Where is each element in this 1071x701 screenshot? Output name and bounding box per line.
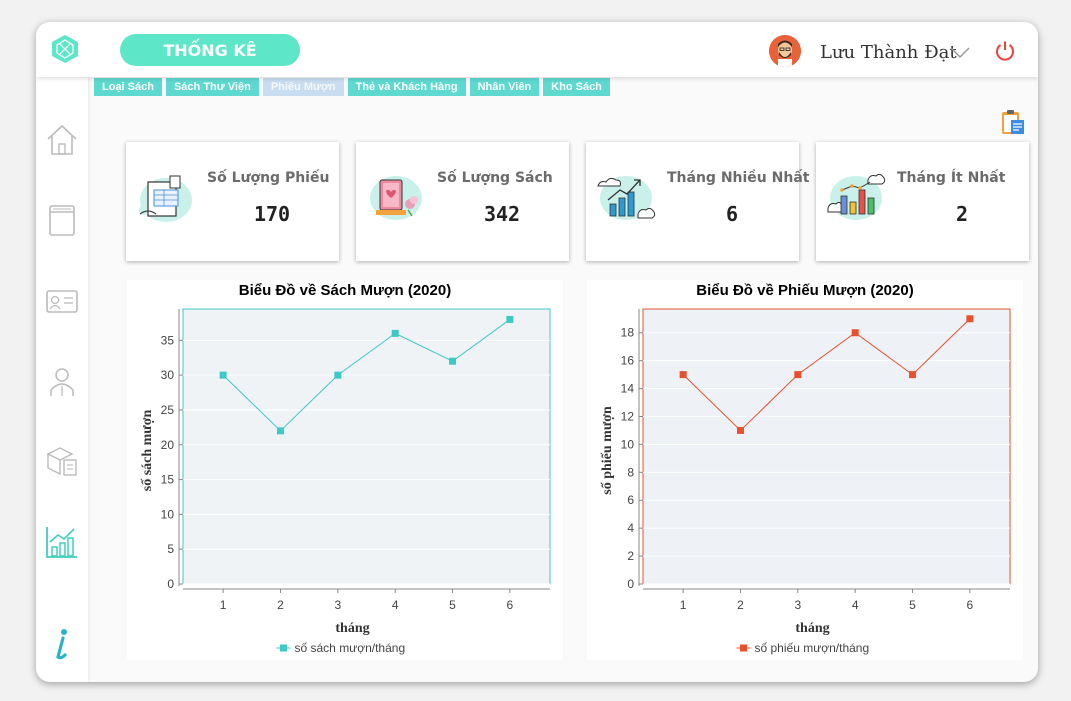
x-tick-label: 5 (909, 598, 916, 612)
y-tick-label: 2 (627, 549, 634, 563)
ticket-icon (139, 175, 192, 222)
card-value: 342 (483, 202, 521, 226)
x-tick-label: 4 (852, 598, 859, 612)
x-tick-label: 1 (680, 598, 687, 612)
tab-kho-sach[interactable]: Kho Sách (543, 78, 610, 96)
x-tick-label: 6 (507, 598, 514, 612)
statistics-icon[interactable] (45, 525, 79, 559)
y-tick-label: 10 (621, 437, 635, 451)
data-point (276, 427, 284, 435)
legend-marker (740, 644, 747, 652)
chart-tickets-borrowed: 0 2 4 6 8 10 12 14 16 18 1 2 3 4 5 6 tháng số phiếu mượn s… (587, 280, 1023, 660)
tab-phieu-muon[interactable]: Phiếu Mượn (262, 78, 344, 96)
rising-chart-icon (597, 176, 656, 220)
data-point (736, 426, 744, 434)
y-tick-label: 15 (161, 473, 175, 487)
card-label: Số Lượng Phiếu (207, 170, 330, 186)
data-point (966, 315, 974, 323)
card-label: Tháng Ít Nhất (897, 170, 1006, 186)
chart-books-borrowed: 0 5 10 15 20 25 30 35 1 2 3 4 5 6 tháng số sách mượn số … (127, 280, 563, 660)
stat-card-book-count: Số Lượng Sách 342 (356, 142, 569, 261)
y-tick-label: 10 (161, 507, 175, 521)
legend-label: số phiếu mượn/tháng (755, 641, 870, 655)
clipboard-icon[interactable] (1000, 108, 1026, 136)
chart-title: Biểu Đồ về Sách Mượn (2020) (238, 282, 452, 299)
x-tick-label: 6 (967, 598, 974, 612)
data-point (909, 371, 917, 379)
y-tick-label: 35 (161, 333, 175, 347)
plot-area (182, 308, 551, 585)
x-tick-label: 4 (392, 598, 399, 612)
data-point (679, 371, 687, 379)
legend-marker (280, 644, 287, 652)
tab-bar: Loại Sách Sách Thư Viện Phiếu Mượn Thẻ v… (94, 78, 610, 96)
data-point (219, 371, 227, 379)
data-point (334, 371, 342, 379)
tab-the-va-khach-hang[interactable]: Thẻ và Khách Hàng (347, 78, 466, 96)
y-tick-label: 18 (621, 326, 635, 340)
card-value: 170 (253, 202, 291, 226)
card-label: Tháng Nhiều Nhất (667, 170, 810, 186)
employee-icon[interactable] (45, 364, 79, 398)
stat-card-max-month: Tháng Nhiều Nhất 6 (586, 142, 809, 261)
x-axis-label: tháng (795, 621, 829, 636)
legend-label: số sách mượn/tháng (295, 641, 406, 655)
page-title: THỐNG KÊ (120, 34, 300, 66)
power-icon[interactable] (994, 40, 1016, 62)
chart-books-svg: 0 5 10 15 20 25 30 35 1 2 3 4 5 6 tháng số sách mượn số … (140, 308, 551, 655)
chart-title: Biểu Đồ về Phiếu Mượn (2020) (696, 282, 914, 299)
book-icon[interactable] (45, 203, 79, 237)
data-point (851, 329, 859, 337)
y-tick-label: 16 (621, 354, 635, 368)
data-point (391, 329, 399, 337)
id-card-icon[interactable] (45, 284, 79, 318)
tab-sach-thu-vien[interactable]: Sách Thư Viện (165, 78, 259, 96)
x-tick-label: 2 (737, 598, 744, 612)
y-tick-label: 0 (627, 577, 634, 591)
y-tick-label: 30 (161, 368, 175, 382)
data-point (449, 357, 457, 365)
top-bar: THỐNG KÊ Lưu Thành Đạt (36, 22, 1038, 77)
chart-tickets-svg: 0246810121416181 2 3 4 5 6thángsố phiếu mượns… (600, 308, 1011, 655)
card-label: Số Lượng Sách (437, 170, 553, 186)
sidebar (36, 77, 88, 682)
data-point (794, 371, 802, 379)
y-tick-label: 8 (627, 465, 634, 479)
app-logo-icon[interactable] (50, 34, 80, 64)
x-axis-label: tháng (335, 621, 369, 636)
y-tick-label: 20 (161, 438, 175, 452)
home-icon[interactable] (45, 123, 79, 157)
y-tick-label: 6 (627, 493, 634, 507)
y-tick-label: 5 (167, 542, 174, 556)
stat-card-min-month: Tháng Ít Nhất 2 (816, 142, 1029, 261)
warehouse-icon[interactable] (45, 444, 79, 478)
stat-card-ticket-count: Số Lượng Phiếu 170 (126, 142, 339, 261)
card-value: 6 (725, 202, 739, 226)
plot-area (642, 308, 1011, 585)
y-tick-label: 4 (627, 521, 634, 535)
y-axis-label: số sách mượn (140, 410, 155, 492)
x-tick-label: 3 (334, 598, 341, 612)
x-tick-label: 2 (277, 598, 284, 612)
app-window: THỐNG KÊ Lưu Thành Đạt Loại Sách Sách Th… (36, 22, 1038, 682)
tab-loai-sach[interactable]: Loại Sách (94, 78, 162, 96)
avatar[interactable] (769, 35, 801, 67)
x-tick-label: 5 (449, 598, 456, 612)
info-icon[interactable] (45, 628, 79, 662)
x-tick-label: 3 (794, 598, 801, 612)
y-tick-label: 0 (167, 577, 174, 591)
y-tick-label: 14 (621, 382, 635, 396)
chevron-down-icon[interactable] (950, 46, 970, 60)
tab-nhan-vien[interactable]: Nhân Viên (469, 78, 540, 96)
y-axis-label: số phiếu mượn (600, 406, 615, 495)
user-name[interactable]: Lưu Thành Đạt (820, 42, 957, 63)
books-icon (370, 176, 422, 220)
bar-chart-icon (827, 173, 886, 220)
data-point (506, 315, 514, 323)
y-tick-label: 25 (161, 403, 175, 417)
y-tick-label: 12 (621, 409, 635, 423)
x-tick-label: 1 (220, 598, 227, 612)
card-value: 2 (955, 202, 969, 226)
